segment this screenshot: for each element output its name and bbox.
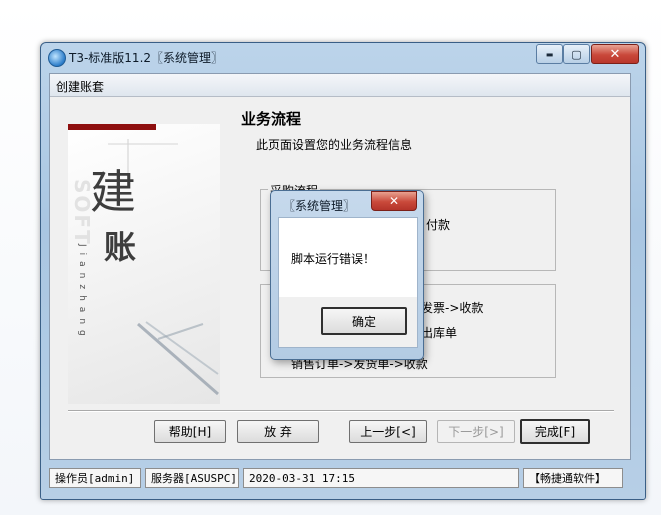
dialog-body: 脚本运行错误！ — [278, 217, 418, 299]
dialog-message: 脚本运行错误！ — [291, 252, 376, 266]
status-operator: 操作员[admin] — [49, 468, 141, 488]
maximize-icon: ▢ — [571, 47, 582, 61]
char-zhang: 账 — [104, 228, 137, 266]
page-title: 业务流程 — [241, 110, 302, 128]
pinyin-label: Jianzhang — [77, 244, 87, 342]
status-datetime: 2020-03-31 17:15 — [243, 468, 519, 488]
char-jian: 建 — [90, 165, 136, 219]
ok-button[interactable]: 确定 — [321, 307, 407, 335]
wizard-titlebar: 创建账套 — [50, 74, 630, 97]
dialog-title: 〖系统管理〗 — [283, 199, 356, 213]
maximize-button[interactable]: ▢ — [563, 44, 590, 64]
minimize-icon: ▬ — [545, 49, 554, 59]
next-button[interactable]: 下一步[>] — [437, 420, 515, 443]
sales-flow-text-1: 发票->收款 — [421, 301, 484, 315]
title-bar[interactable]: T3-标准版11.2〖系统管理〗 ▬ ▢ ✕ — [41, 43, 645, 71]
sales-flow-text-2: 出库单 — [421, 326, 458, 340]
status-company: 【畅捷通软件】 — [523, 468, 623, 488]
dialog-footer: 确定 — [278, 297, 418, 348]
finish-button[interactable]: 完成[F] — [520, 419, 590, 444]
help-button[interactable]: 帮助[H] — [154, 420, 226, 443]
status-server: 服务器[ASUSPC] — [145, 468, 239, 488]
page-subtitle: 此页面设置您的业务流程信息 — [256, 138, 413, 152]
minimize-button[interactable]: ▬ — [536, 44, 563, 64]
close-icon: ✕ — [388, 194, 400, 208]
wizard-title: 创建账套 — [56, 80, 105, 94]
button-separator — [68, 410, 614, 412]
wizard-side-image: SOFT 建 账 Jianzhang — [68, 124, 220, 404]
error-dialog: 〖系统管理〗 ✕ 脚本运行错误！ 确定 — [270, 190, 424, 360]
close-icon: ✕ — [609, 46, 621, 62]
window-title: T3-标准版11.2〖系统管理〗 — [69, 51, 224, 65]
close-button[interactable]: ✕ — [591, 44, 639, 64]
app-icon — [48, 49, 66, 67]
purchase-flow-text: 付款 — [426, 218, 451, 232]
dialog-close-button[interactable]: ✕ — [371, 191, 417, 211]
prev-button[interactable]: 上一步[<] — [349, 420, 427, 443]
abandon-button[interactable]: 放 弃 — [237, 420, 319, 443]
status-bar: 操作员[admin] 服务器[ASUSPC] 2020-03-31 17:15 … — [49, 468, 639, 490]
